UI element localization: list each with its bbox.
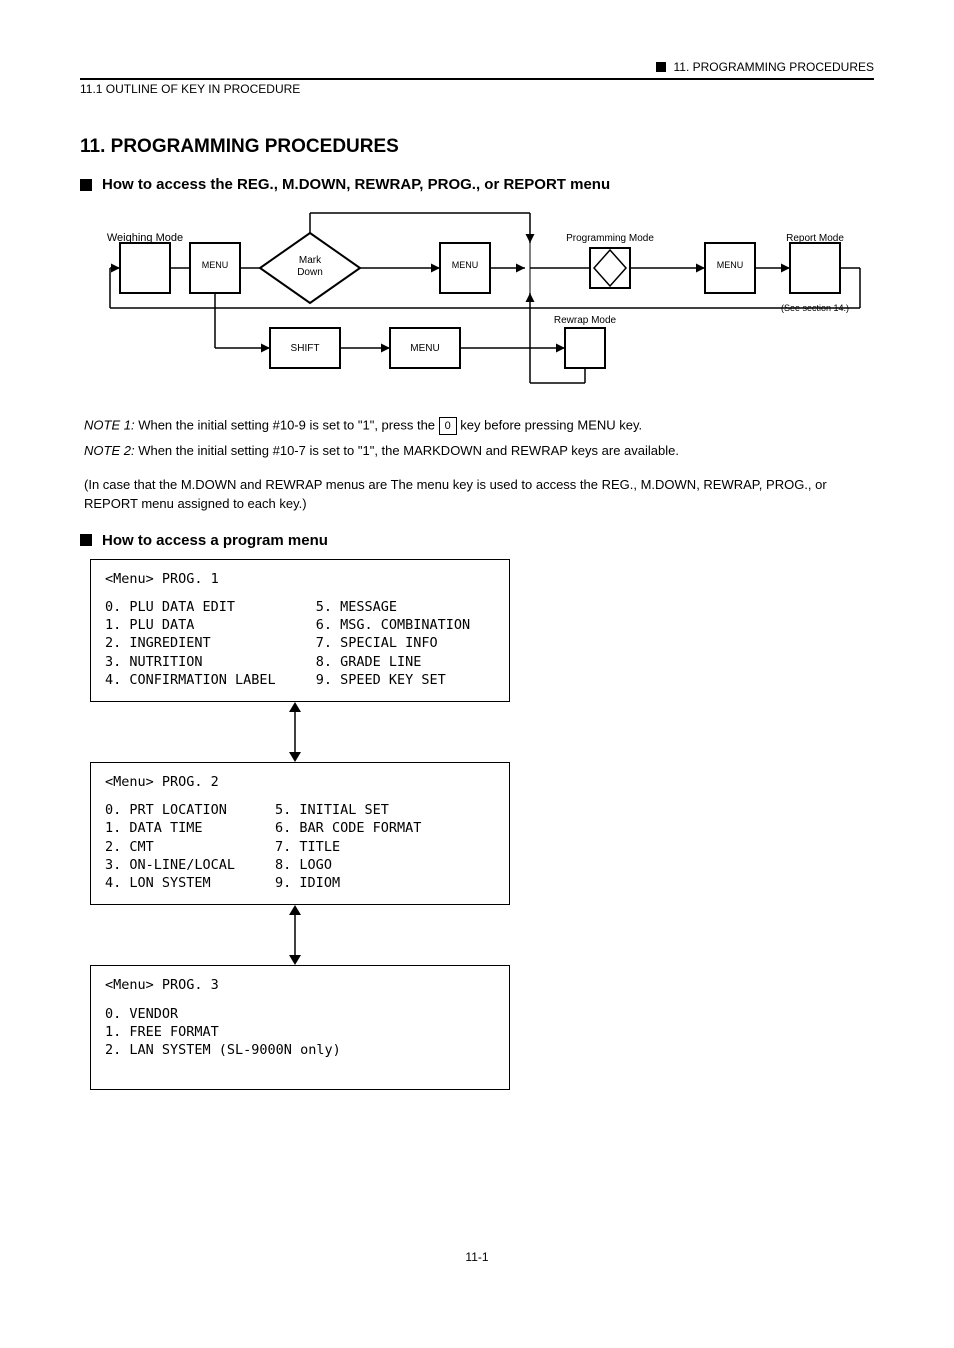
svg-text:MENU: MENU xyxy=(717,260,744,270)
menu2-right-0: 5. INITIAL SET xyxy=(275,801,421,819)
note2: NOTE 2: When the initial setting #10-7 i… xyxy=(84,443,874,458)
bullet-icon xyxy=(80,534,92,546)
menu3-left-2: 2. LAN SYSTEM (SL-9000N only) xyxy=(105,1041,495,1059)
svg-text:MENU: MENU xyxy=(410,343,439,354)
header-rule xyxy=(80,78,874,80)
svg-text:Rewrap Mode: Rewrap Mode xyxy=(554,315,617,326)
menu1-right-1: 6. MSG. COMBINATION xyxy=(316,616,470,634)
double-arrow-icon xyxy=(280,905,310,965)
menu2-title: <Menu> PROG. 2 xyxy=(105,773,495,791)
menu-prog-1: <Menu> PROG. 1 0. PLU DATA EDIT 1. PLU D… xyxy=(90,559,510,702)
subhead-program-menu: How to access a program menu xyxy=(102,532,328,549)
menu-prog-2: <Menu> PROG. 2 0. PRT LOCATION 1. DATA T… xyxy=(90,762,510,905)
menu2-right-4: 9. IDIOM xyxy=(275,874,421,892)
header-sub: 11.1 OUTLINE OF KEY IN PROCEDURE xyxy=(80,82,874,96)
menu3-title: <Menu> PROG. 3 xyxy=(105,976,495,994)
menu1-left-2: 2. INGREDIENT xyxy=(105,634,276,652)
svg-text:SHIFT: SHIFT xyxy=(291,343,320,354)
menu1-right-0: 5. MESSAGE xyxy=(316,598,470,616)
flowchart: Weighing Mode MENU Mark Down MENU Progra… xyxy=(90,203,870,413)
menu2-right-3: 8. LOGO xyxy=(275,856,421,874)
svg-text:Programming Mode: Programming Mode xyxy=(566,233,654,244)
menu2-left-1: 1. DATA TIME xyxy=(105,819,235,837)
menu2-right-1: 6. BAR CODE FORMAT xyxy=(275,819,421,837)
menu1-right-2: 7. SPECIAL INFO xyxy=(316,634,470,652)
menu2-left-4: 4. LON SYSTEM xyxy=(105,874,235,892)
svg-text:Down: Down xyxy=(297,267,323,278)
menu2-left-2: 2. CMT xyxy=(105,838,235,856)
subhead-access-menu: How to access the REG., M.DOWN, REWRAP, … xyxy=(102,176,610,193)
menu1-right-4: 9. SPEED KEY SET xyxy=(316,671,470,689)
menu2-left-3: 3. ON-LINE/LOCAL xyxy=(105,856,235,874)
header-right: 11. PROGRAMMING PROCEDURES xyxy=(674,60,874,74)
description: (In case that the M.DOWN and REWRAP menu… xyxy=(84,476,844,514)
page-number: 11-1 xyxy=(80,1250,874,1264)
menu1-title: <Menu> PROG. 1 xyxy=(105,570,495,588)
menu-prog-3: <Menu> PROG. 3 0. VENDOR 1. FREE FORMAT … xyxy=(90,965,510,1090)
menu1-left-4: 4. CONFIRMATION LABEL xyxy=(105,671,276,689)
menu1-right-3: 8. GRADE LINE xyxy=(316,653,470,671)
svg-text:MENU: MENU xyxy=(202,260,229,270)
svg-text:Report Mode: Report Mode xyxy=(786,233,844,244)
double-arrow-icon xyxy=(280,702,310,762)
note1: NOTE 1: When the initial setting #10-9 i… xyxy=(84,417,874,435)
menu2-right-2: 7. TITLE xyxy=(275,838,421,856)
section-title: 11. PROGRAMMING PROCEDURES xyxy=(80,136,874,158)
menu1-left-3: 3. NUTRITION xyxy=(105,653,276,671)
menu3-left-0: 0. VENDOR xyxy=(105,1005,495,1023)
menu1-left-0: 0. PLU DATA EDIT xyxy=(105,598,276,616)
menu2-left-0: 0. PRT LOCATION xyxy=(105,801,235,819)
svg-text:MENU: MENU xyxy=(452,260,479,270)
menu3-left-1: 1. FREE FORMAT xyxy=(105,1023,495,1041)
menu1-left-1: 1. PLU DATA xyxy=(105,616,276,634)
svg-text:Mark: Mark xyxy=(299,255,322,266)
zero-key-icon: 0 xyxy=(439,417,457,435)
svg-text:Weighing Mode: Weighing Mode xyxy=(107,232,183,244)
bullet-icon xyxy=(80,179,92,191)
